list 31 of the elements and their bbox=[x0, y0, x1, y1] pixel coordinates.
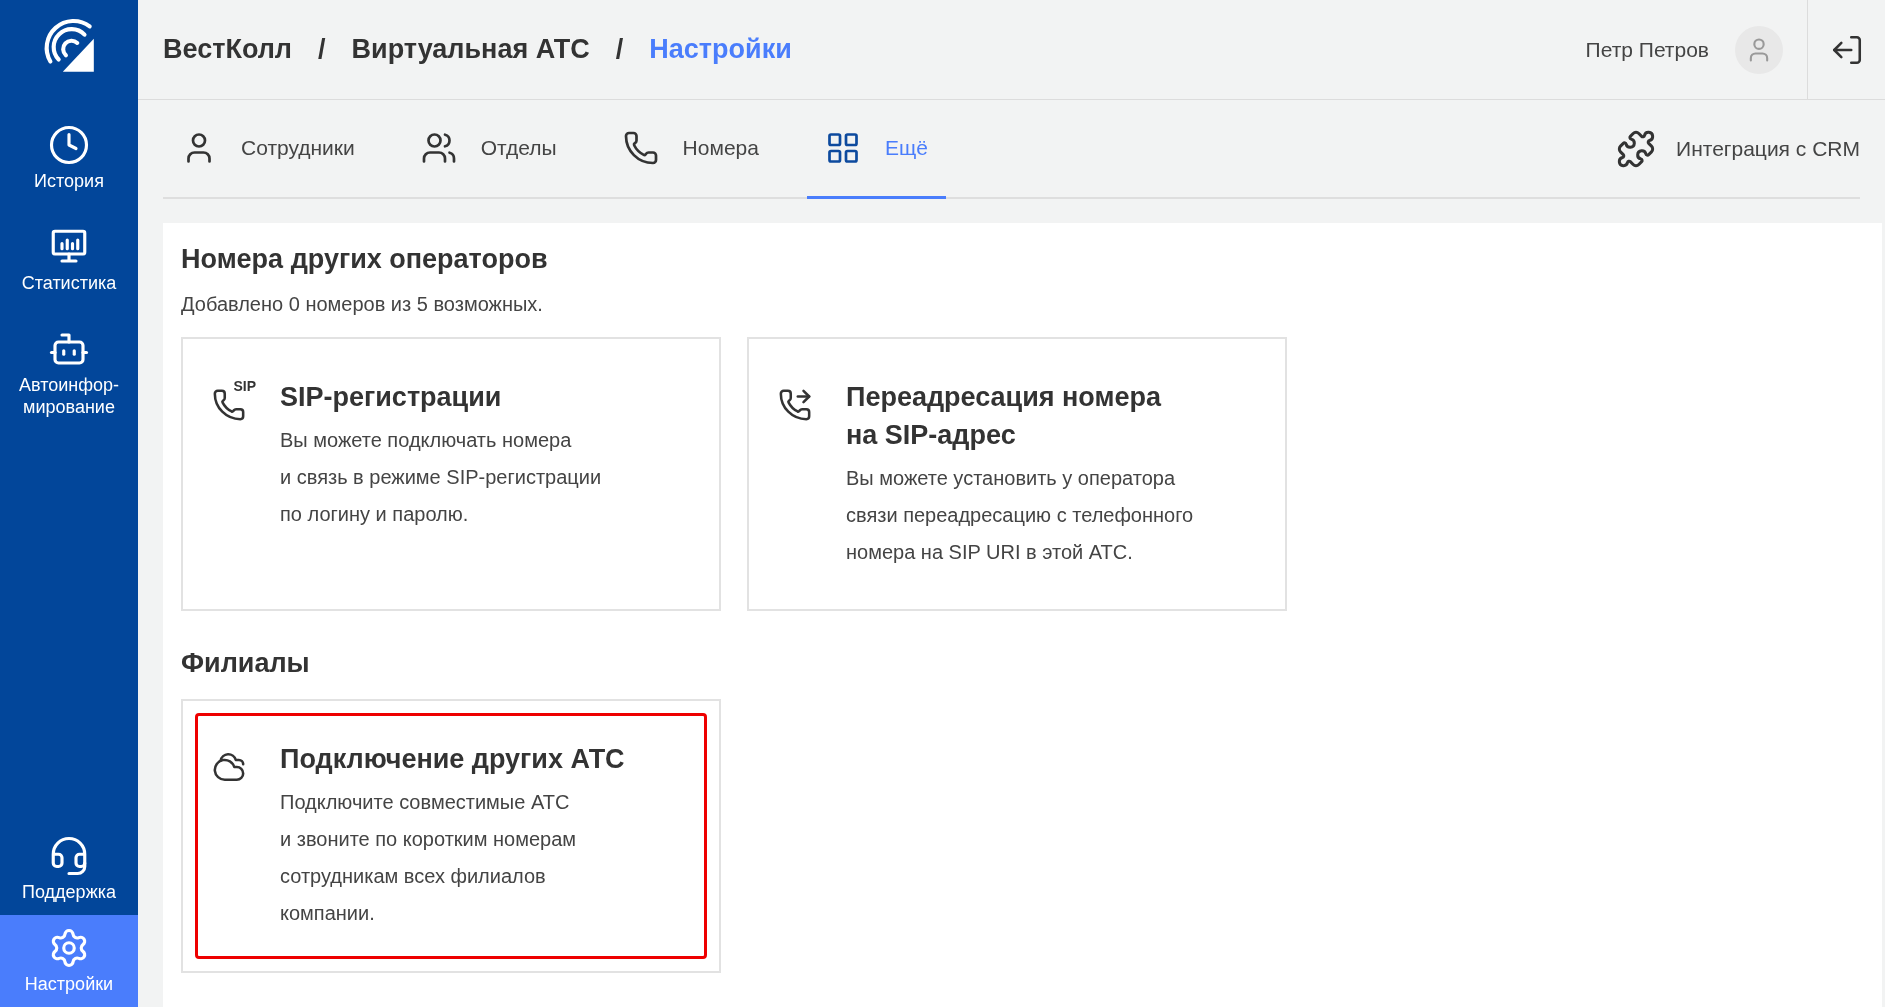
tab-icon bbox=[420, 130, 457, 166]
card-description: Подключите совместимые АТС и звоните по коротким номерам сотрудникам всех филиалов компании. bbox=[280, 790, 578, 926]
puzzle-icon bbox=[1616, 128, 1657, 169]
tab[interactable]: Отделы bbox=[402, 100, 575, 199]
crm-link[interactable]: Интеграция с CRM bbox=[1616, 100, 1860, 197]
tab[interactable]: Сотрудники bbox=[163, 100, 373, 199]
section-title: Филиалы bbox=[181, 647, 311, 680]
sidebar-icon bbox=[48, 124, 90, 166]
option-card[interactable]: Подключение других АТС Подключите совместимые АТС и звоните по коротким номерам сотрудникам всех филиалов компании. bbox=[181, 699, 721, 973]
tab-icon bbox=[622, 130, 659, 166]
tab[interactable]: Номера bbox=[604, 100, 777, 199]
sidebar-item[interactable]: Автоинфор- мирование bbox=[0, 316, 138, 430]
option-card[interactable]: Переадресация номера на SIP-адрес Вы можете установить у оператора связи переадресацию с телефонного номера на SIP URI в этой АТС. bbox=[747, 337, 1287, 611]
option-card[interactable]: SIP SIP-регистрации Вы можете подключать номера и связь в режиме SIP-регистрации по логину и паролю. bbox=[181, 337, 721, 611]
user-name: Петр Петров bbox=[1585, 36, 1709, 63]
breadcrumb-separator: / bbox=[318, 33, 326, 67]
breadcrumb-separator: / bbox=[615, 33, 624, 67]
breadcrumb-link[interactable]: Виртуальная АТС bbox=[351, 29, 590, 70]
sidebar-item[interactable]: Статистика bbox=[0, 214, 138, 306]
avatar-icon[interactable] bbox=[1735, 25, 1783, 74]
sidebar-item[interactable]: История bbox=[0, 112, 138, 204]
card-title: SIP-регистрации bbox=[280, 381, 503, 414]
breadcrumb-link[interactable]: ВестКолл bbox=[163, 29, 292, 70]
card-title: Переадресация номера на SIP-адрес bbox=[846, 381, 1163, 452]
card-description: Вы можете подключать номера и связь в режиме SIP-регистрации по логину и паролю. bbox=[280, 428, 602, 527]
sidebar-item[interactable]: Поддержка bbox=[0, 823, 138, 915]
section-subtitle: Добавлено 0 номеров из 5 возможных. bbox=[181, 292, 544, 317]
card-title: Подключение других АТС bbox=[280, 743, 625, 776]
section-title: Номера других операторов bbox=[181, 243, 549, 276]
sidebar-item[interactable]: Настройки bbox=[0, 915, 138, 1007]
card-description: Вы можете установить у оператора связи переадресацию с телефонного номера на SIP URI в этой АТС. bbox=[846, 466, 1194, 565]
